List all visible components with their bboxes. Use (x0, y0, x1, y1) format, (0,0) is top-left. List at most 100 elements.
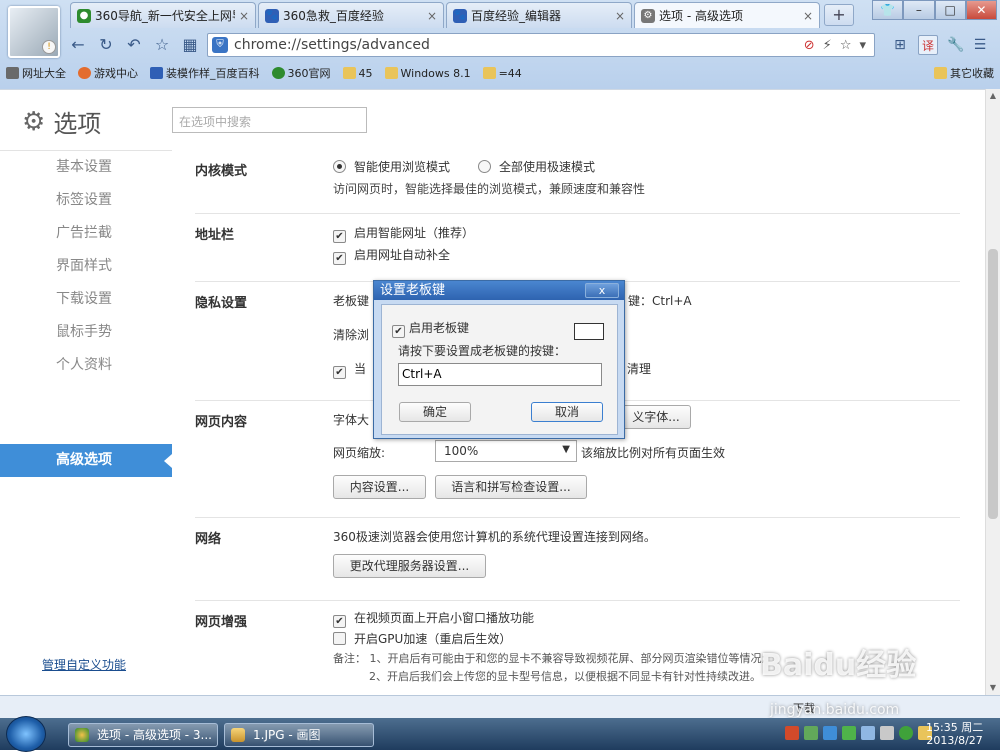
reload-icon[interactable]: ↻ (96, 35, 116, 55)
taskbar-item-browser[interactable]: 选项 - 高级选项 - 3... (68, 723, 218, 747)
hotkey-input[interactable]: Ctrl+A (398, 363, 602, 386)
settings-wrench-icon[interactable]: 🔧 (946, 35, 966, 55)
kernel-option-speed[interactable]: 全部使用极速模式 (478, 158, 595, 175)
manage-custom-link[interactable]: 管理自定义功能 (42, 656, 126, 673)
sidebar-item-tabs[interactable]: 标签设置 (0, 184, 172, 217)
zoom-description: 该缩放比例对所有页面生效 (581, 446, 726, 460)
minimize-button[interactable]: – (903, 0, 935, 20)
page-scrollbar[interactable]: ▲ ▼ (985, 89, 1000, 695)
tab-close-icon[interactable]: × (803, 9, 813, 23)
undo-icon[interactable]: ↶ (124, 35, 144, 55)
sidebar-item-advanced[interactable]: 高级选项 (0, 444, 172, 477)
tab-360-nav[interactable]: ● 360导航_新一代安全上网导 × (70, 2, 256, 28)
apps-grid-icon[interactable]: ▦ (180, 35, 200, 55)
lightning-icon[interactable]: ⚡ (823, 38, 832, 53)
sidebar-item-download[interactable]: 下载设置 (0, 283, 172, 316)
windows-taskbar: 选项 - 高级选项 - 3... 1.JPG - 画图 15:35 周二 201… (0, 716, 1000, 752)
font-size-label: 字体大 (333, 413, 370, 427)
sidebar-item-profile[interactable]: 个人资料 (0, 349, 172, 382)
bookmark-item[interactable]: 网址大全 (6, 65, 66, 81)
bookmark-star-icon[interactable]: ☆ (840, 38, 852, 53)
back-icon[interactable]: ← (68, 35, 88, 55)
sidebar-item-adblock[interactable]: 广告拦截 (0, 217, 172, 250)
sidebar-item-mouse-gestures[interactable]: 鼠标手势 (0, 316, 172, 349)
page-title-text: 选项 (53, 110, 102, 138)
address-bar[interactable]: ⛨ chrome://settings/advanced ⊘ ⚡ ☆ ▾ (207, 33, 875, 57)
new-tab-button[interactable]: + (824, 4, 854, 26)
boss-key-value: 键：Ctrl+A (628, 294, 692, 308)
gpu-accel-checkbox[interactable]: 开启GPU加速（重启后生效） (333, 630, 511, 647)
ok-button[interactable]: 确定 (399, 402, 471, 422)
folder-icon (342, 67, 356, 79)
star-icon[interactable]: ☆ (152, 35, 172, 55)
translate-icon[interactable]: 译 (918, 35, 938, 55)
radio-icon[interactable] (478, 160, 491, 173)
kernel-option-smart[interactable]: 智能使用浏览模式 (333, 158, 450, 175)
zoom-select[interactable]: 100% ▼ (435, 440, 577, 462)
language-settings-button[interactable]: 语言和拼写检查设置... (435, 475, 587, 499)
tray-icon[interactable] (861, 726, 875, 740)
tab-360-rescue[interactable]: 🐾 360急救_百度经验 × (258, 2, 444, 28)
bookmark-folder[interactable]: Windows 8.1 (384, 67, 471, 80)
tab-close-icon[interactable]: × (239, 9, 249, 23)
scroll-thumb[interactable] (988, 249, 998, 519)
bookmark-item[interactable]: 360官网 (271, 65, 331, 81)
bookmarks-bar: 网址大全 游戏中心 装模作样_百度百科 360官网 45 Windows 8.1… (0, 62, 1000, 84)
taskbar-clock[interactable]: 15:35 周二 2013/8/27 (926, 721, 983, 747)
dialog-close-button[interactable]: x (585, 283, 619, 298)
section-heading: 隐私设置 (195, 296, 248, 311)
bookmark-folder[interactable]: 45 (342, 67, 373, 80)
address-url[interactable]: chrome://settings/advanced (234, 37, 804, 53)
maximize-button[interactable]: □ (934, 0, 966, 20)
taskbar-item-paint[interactable]: 1.JPG - 画图 (224, 723, 374, 747)
section-heading: 网页内容 (195, 415, 248, 430)
custom-font-button[interactable]: 义字体... (621, 405, 691, 429)
tray-icon[interactable] (842, 726, 856, 740)
start-button[interactable] (6, 716, 46, 752)
mini-video-checkbox[interactable]: ✔ 在视频页面上开启小窗口播放功能 (333, 609, 534, 628)
dropdown-arrow-icon[interactable]: ▾ (859, 38, 866, 53)
block-icon[interactable]: ⊘ (804, 38, 815, 53)
tab-options-advanced[interactable]: ⚙ 选项 - 高级选项 × (634, 2, 820, 28)
clear-on-exit-checkbox[interactable]: ✔ 当 (333, 360, 366, 379)
menu-icon[interactable]: ☰ (970, 35, 990, 55)
scroll-up-icon[interactable]: ▲ (986, 89, 1000, 103)
cancel-button[interactable]: 取消 (531, 402, 603, 422)
content-settings-button[interactable]: 内容设置... (333, 475, 426, 499)
tray-icon[interactable] (899, 726, 913, 740)
clear-data-label: 清除浏 (333, 328, 370, 342)
browser-logo-icon (75, 728, 89, 742)
checkbox-checked-icon[interactable]: ✔ (333, 252, 346, 265)
extension-icon[interactable]: ⊞ (890, 35, 910, 55)
checkbox-checked-icon[interactable]: ✔ (392, 325, 405, 338)
other-bookmarks[interactable]: 其它收藏 (934, 65, 994, 81)
proxy-settings-button[interactable]: 更改代理服务器设置... (333, 554, 486, 578)
enable-boss-key-checkbox[interactable]: ✔ 启用老板键 (392, 319, 469, 338)
sidebar-item-basic[interactable]: 基本设置 (0, 151, 172, 184)
checkbox-checked-icon[interactable]: ✔ (333, 366, 346, 379)
checkbox-icon[interactable] (333, 632, 346, 645)
tray-icon[interactable] (785, 726, 799, 740)
tray-icon[interactable] (804, 726, 818, 740)
tab-close-icon[interactable]: × (615, 9, 625, 23)
smart-url-checkbox[interactable]: ✔ 启用智能网址（推荐） (333, 224, 474, 243)
bookmark-item[interactable]: 装模作样_百度百科 (150, 65, 260, 81)
boss-key-dialog: 设置老板键 x ✔ 启用老板键 请按下要设置成老板键的按键： Ctrl+A 确定 … (373, 280, 625, 439)
user-avatar[interactable]: ! (8, 6, 60, 58)
skin-button[interactable]: 👕 (872, 0, 904, 20)
radio-selected-icon[interactable] (333, 160, 346, 173)
tray-icon[interactable] (823, 726, 837, 740)
tab-baidu-editor[interactable]: 🐾 百度经验_编辑器 × (446, 2, 632, 28)
close-window-button[interactable]: ✕ (965, 0, 997, 20)
settings-search-input[interactable]: 在选项中搜索 (172, 107, 367, 133)
autocomplete-checkbox[interactable]: ✔ 启用网址自动补全 (333, 246, 450, 265)
sidebar-item-appearance[interactable]: 界面样式 (0, 250, 172, 283)
section-heading: 网络 (195, 532, 222, 547)
bookmark-item[interactable]: 游戏中心 (78, 65, 138, 81)
tab-close-icon[interactable]: × (427, 9, 437, 23)
bookmark-folder[interactable]: =44 (482, 67, 522, 80)
clock-date: 2013/8/27 (926, 734, 983, 747)
checkbox-checked-icon[interactable]: ✔ (333, 615, 346, 628)
checkbox-checked-icon[interactable]: ✔ (333, 230, 346, 243)
tray-icon[interactable] (880, 726, 894, 740)
